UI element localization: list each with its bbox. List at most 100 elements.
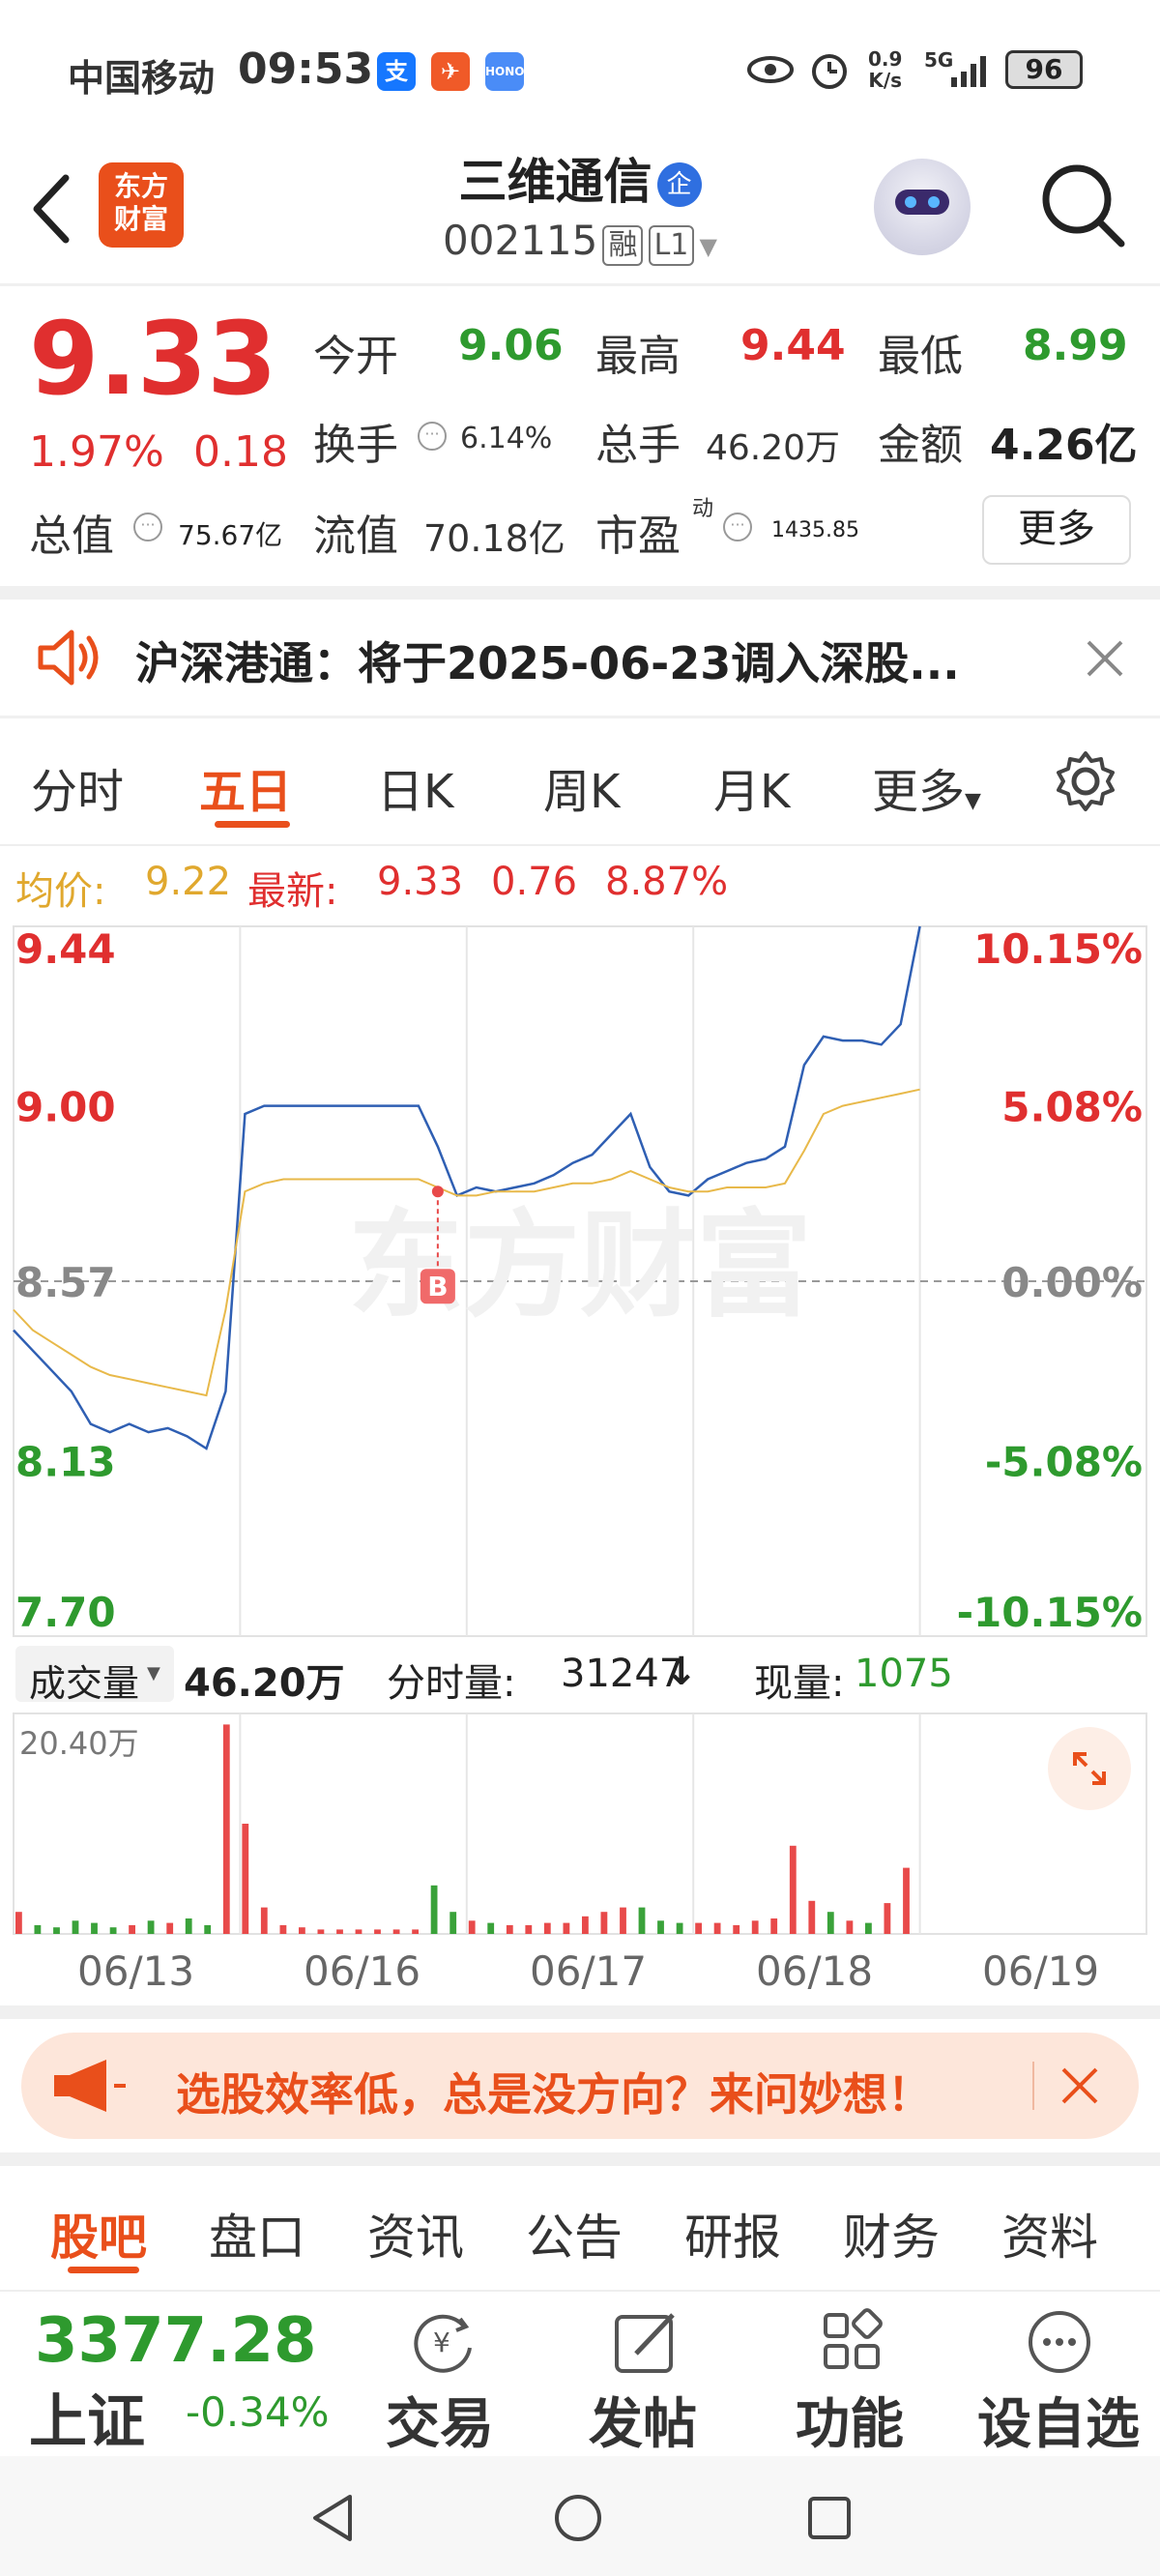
alarm-icon — [812, 54, 847, 89]
volume-header: 成交量 ▼ 46.20万 分时量: 31247 ↓ 现量: 1075 — [0, 1640, 1160, 1710]
tab-research[interactable]: 研报 — [684, 2199, 781, 2269]
robot-eye — [905, 196, 916, 208]
pe-info-icon[interactable]: ··· — [723, 512, 752, 542]
grid-apps-icon — [824, 2308, 883, 2369]
tab-forum[interactable]: 股吧 — [50, 2199, 147, 2269]
ai-assistant-avatar[interactable] — [874, 159, 971, 255]
volume-bar — [15, 1912, 22, 1934]
function-button[interactable]: 功能 — [777, 2292, 922, 2458]
change-percent: 1.97% — [29, 427, 164, 477]
ad-close-icon[interactable] — [1056, 2062, 1104, 2110]
stock-code-row[interactable]: 002115 融 L1 ▼ — [0, 217, 1160, 266]
current-volume-label: 现量: — [754, 1661, 845, 1706]
volume-bar — [279, 1924, 287, 1934]
market-cap-info-icon[interactable]: ··· — [133, 512, 162, 542]
turnover-info-icon[interactable]: ··· — [418, 422, 447, 451]
volume-bar — [242, 1824, 249, 1934]
tab-profile[interactable]: 资料 — [1001, 2199, 1098, 2269]
stock-title-group[interactable]: 三维通信 企 — [0, 143, 1160, 213]
date-label: 06/16 — [304, 1947, 421, 1995]
robot-eye — [928, 196, 940, 208]
volume-chart[interactable] — [0, 1710, 1160, 1938]
volume-bar — [808, 1900, 816, 1934]
volume-bar — [355, 1929, 362, 1934]
volume-selector-caret-icon: ▼ — [147, 1663, 160, 1683]
float-cap-value: 70.18亿 — [423, 517, 566, 560]
tick-volume-arrow-icon: ↓ — [665, 1650, 698, 1694]
ad-text: 选股效率低，总是没方向？来问妙想！ — [176, 2068, 932, 2121]
notice-bar[interactable]: 沪深港通：将于2025-06-23调入深股... — [0, 600, 1160, 716]
tab-finance[interactable]: 财务 — [843, 2199, 940, 2269]
volume-bar — [506, 1924, 513, 1934]
volume-bar — [392, 1929, 400, 1934]
search-icon[interactable] — [1034, 157, 1131, 253]
post-button[interactable]: 发帖 — [570, 2292, 715, 2458]
tab-daily-k[interactable]: 日K — [377, 753, 453, 821]
tab-monthly-k[interactable]: 月K — [713, 753, 790, 821]
y-tick-left: 9.44 — [15, 925, 116, 973]
nav-home-icon[interactable] — [551, 2491, 605, 2545]
volume-bar — [166, 1922, 174, 1934]
date-label: 06/18 — [756, 1947, 874, 1995]
robot-visor — [895, 190, 949, 215]
honor-icon: HONOR — [485, 52, 534, 91]
tab-intraday[interactable]: 分时 — [31, 753, 124, 821]
nav-back-icon[interactable] — [305, 2491, 360, 2545]
turnover-value: 6.14% — [460, 422, 553, 455]
volume-bar — [600, 1912, 608, 1934]
tab-announcements[interactable]: 公告 — [526, 2199, 623, 2269]
y-tick-left: 8.13 — [15, 1439, 116, 1486]
latest-percent: 8.87% — [605, 860, 729, 904]
date-label: 06/13 — [77, 1947, 195, 1995]
volume-bar — [147, 1920, 155, 1934]
volume-bar — [884, 1903, 891, 1934]
system-nav-bar — [0, 2456, 1160, 2576]
trade-button[interactable]: ¥ 交易 — [367, 2292, 512, 2458]
change-amount: 0.18 — [193, 427, 288, 477]
volume-bar — [525, 1924, 533, 1934]
chart-tab-bar: 分时 五日 日K 周K 月K 更多▼ — [0, 718, 1160, 844]
y-tick-left: 7.70 — [15, 1589, 116, 1636]
volume-frame — [13, 1712, 1147, 1935]
tab-order-book[interactable]: 盘口 — [209, 2199, 305, 2269]
tick-volume-label: 分时量: — [387, 1661, 516, 1706]
amount-label: 金额 — [878, 421, 963, 470]
nav-recents-icon[interactable] — [802, 2491, 856, 2545]
ad-banner[interactable]: 选股效率低，总是没方向？来问妙想！ — [21, 2033, 1139, 2139]
close-icon[interactable] — [1081, 634, 1129, 683]
open-value: 9.06 — [458, 321, 564, 370]
status-bar: 中国移动 09:53 支 ✈ HONOR 0.9 K/s 5G 96 — [0, 0, 1160, 135]
settings-gear-icon[interactable] — [1052, 747, 1119, 815]
low-label: 最低 — [878, 332, 963, 381]
more-quote-button[interactable]: 更多 — [982, 495, 1131, 565]
trade-icon: ¥ — [414, 2314, 472, 2373]
volume-selector-label: 成交量 — [29, 1662, 140, 1705]
volume-total: 46.20万 — [184, 1661, 345, 1706]
latest-label: 最新: — [247, 869, 338, 914]
net-speed-unit: K/s — [868, 69, 903, 92]
tab-weekly-k[interactable]: 周K — [543, 753, 620, 821]
index-ticker[interactable]: 3377.28 上证 -0.34% — [0, 2292, 358, 2458]
volume-selector[interactable]: 成交量 ▼ — [15, 1646, 174, 1705]
date-label: 06/17 — [530, 1947, 648, 1995]
volume-bar — [657, 1920, 664, 1934]
pe-value: 1435.85 — [771, 518, 859, 542]
volume-bar — [733, 1924, 740, 1934]
open-label: 今开 — [313, 332, 398, 381]
stock-name: 三维通信 — [458, 154, 652, 210]
index-value: 3377.28 — [35, 2305, 317, 2377]
section-divider — [0, 586, 1160, 600]
net-speed-value: 0.9 — [868, 47, 903, 71]
price-chart[interactable]: 东方财富B 9.44 10.15% 9.00 5.08% 8.57 0.00% 8.13 -5.… — [0, 919, 1160, 1640]
volume-bar — [450, 1912, 457, 1934]
expand-icon — [1073, 1752, 1106, 1785]
add-watchlist-button[interactable]: 设自选 — [967, 2292, 1150, 2458]
clock: 09:53 — [238, 44, 374, 94]
tab-news[interactable]: 资讯 — [367, 2199, 464, 2269]
tab-five-day[interactable]: 五日 — [199, 753, 292, 821]
tab-more[interactable]: 更多▼ — [872, 753, 981, 821]
trade-label: 交易 — [386, 2393, 494, 2456]
high-label: 最高 — [595, 332, 681, 381]
expand-chart-button[interactable] — [1048, 1727, 1131, 1810]
quote-panel: 9.33 1.97% 0.18 今开 9.06 最高 9.44 最低 8.99 … — [0, 286, 1160, 586]
